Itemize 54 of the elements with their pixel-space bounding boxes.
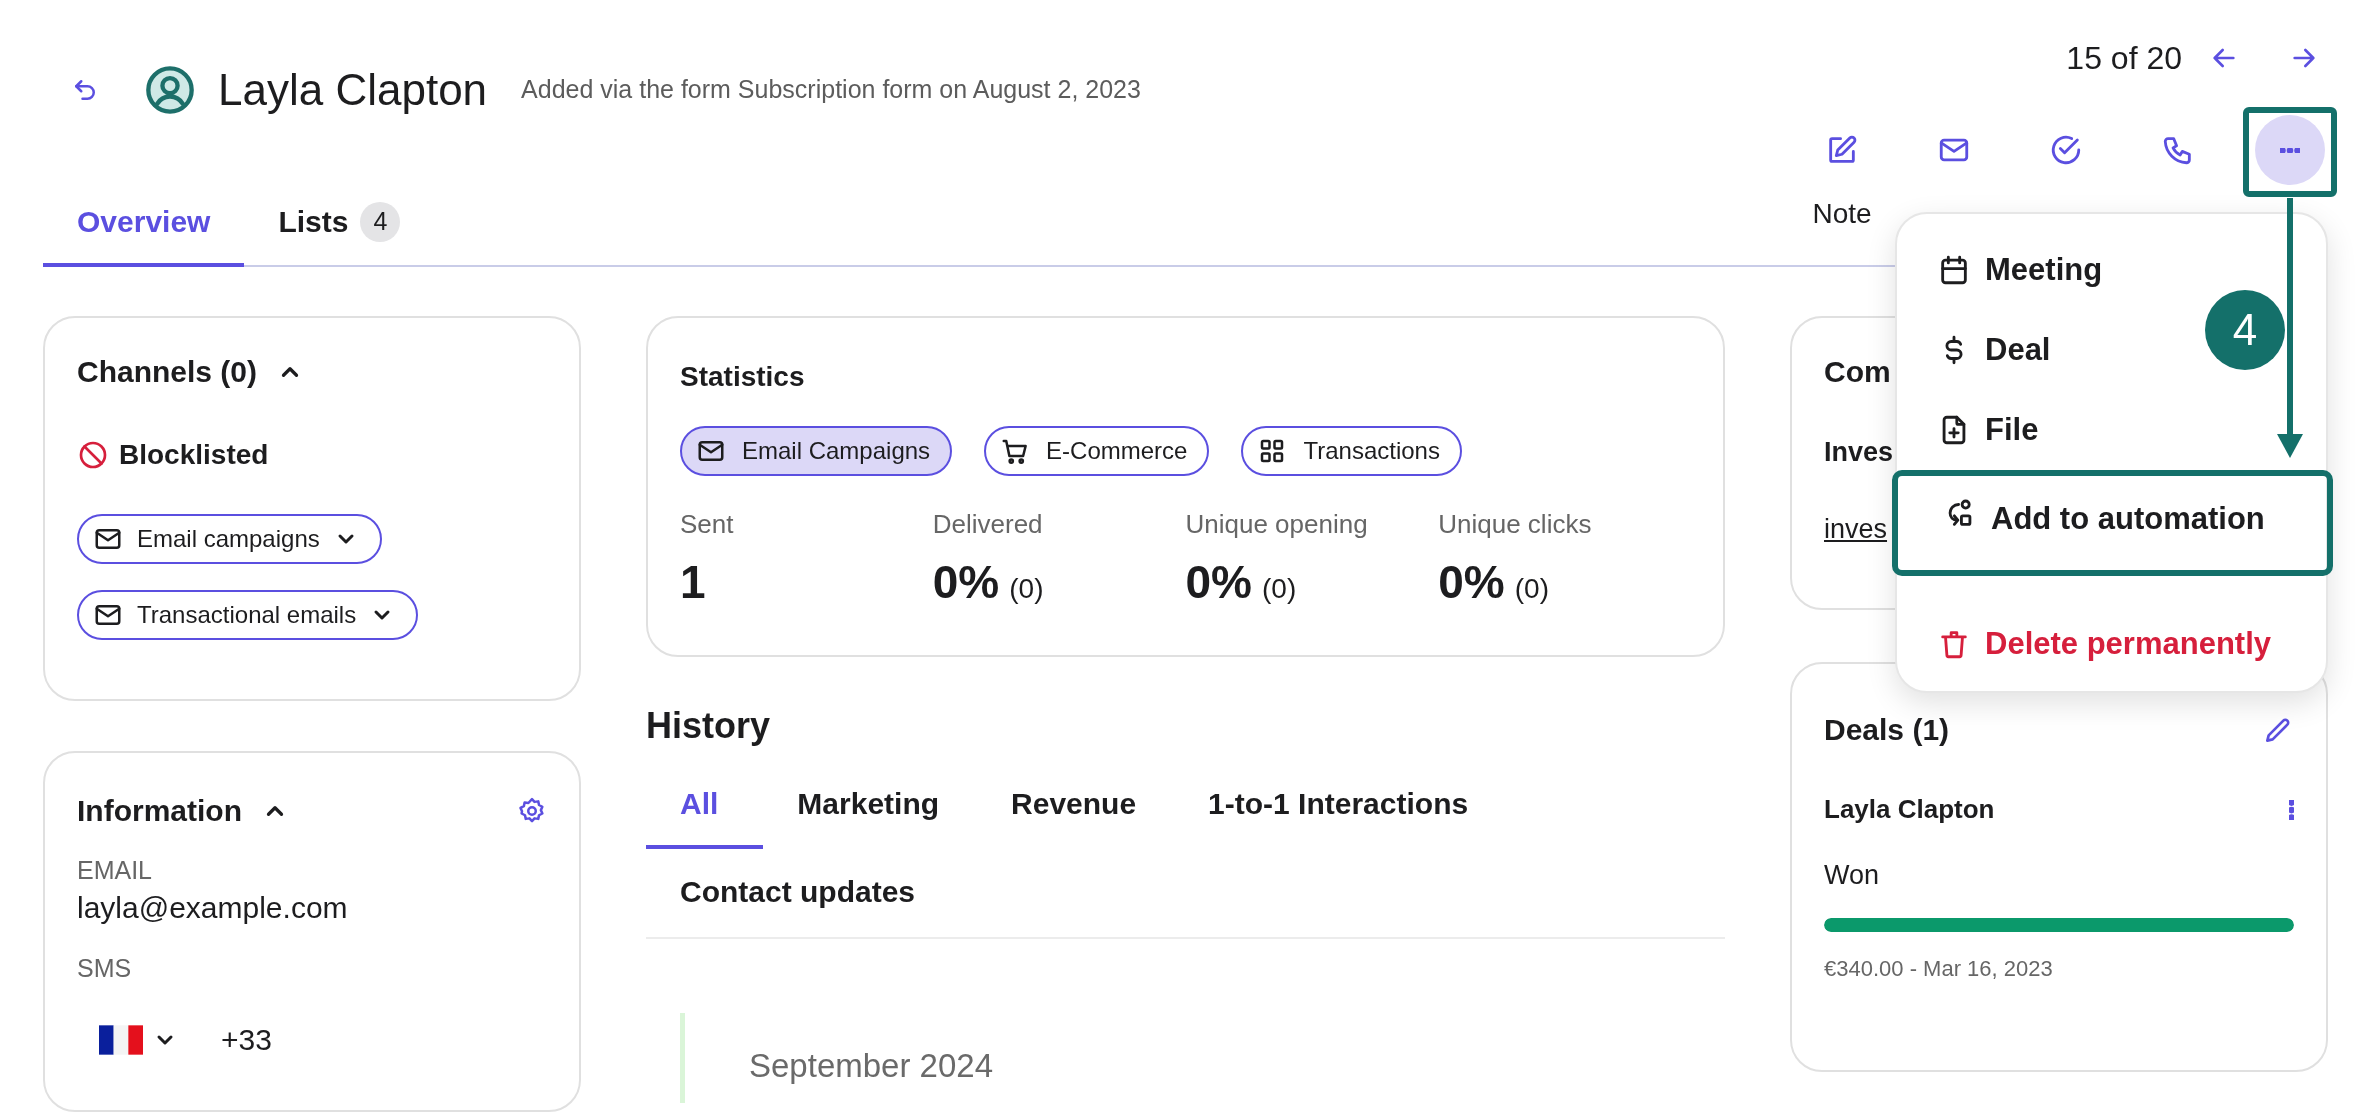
blocked-icon: [77, 439, 109, 471]
avatar-icon: [144, 64, 196, 116]
metric-label: Unique opening: [1185, 508, 1369, 541]
count-badge: 4: [360, 201, 401, 242]
tab[interactable]: Overview: [43, 180, 245, 267]
card-title: Channels (0): [77, 354, 258, 390]
month-heading: September 2024: [749, 1047, 993, 1084]
tab[interactable]: Lists 4: [244, 180, 435, 267]
tab[interactable]: Marketing: [763, 761, 978, 849]
company-link[interactable]: inves: [1824, 508, 1888, 549]
status-text: Blocklisted: [119, 438, 269, 472]
filter-chip[interactable]: Email Campaigns: [680, 426, 953, 476]
menu-item[interactable]: Delete permanently: [1897, 604, 2326, 684]
metric-value: 0%: [1185, 555, 1252, 610]
metric-value: 1: [680, 555, 706, 610]
kebab-menu-icon[interactable]: [2289, 799, 2294, 820]
deal-stage: Won: [1824, 859, 1881, 892]
card-title: Deals (1): [1824, 712, 1950, 748]
field-label: SMS: [77, 953, 133, 984]
field-label: EMAIL: [77, 855, 154, 886]
metric-label: Unique clicks: [1438, 508, 1593, 541]
filter-chip[interactable]: E-Commerce: [984, 426, 1210, 476]
subscription-dropdown[interactable]: Transactional emails: [77, 590, 419, 640]
card-title: Statistics: [680, 360, 806, 394]
action-label: Note: [1812, 197, 1872, 231]
phone-value: +33: [221, 1022, 272, 1058]
metric-count: (0): [1009, 572, 1044, 606]
metric-count: (0): [1262, 572, 1297, 606]
menu-item[interactable]: Add to automation: [1892, 470, 2333, 576]
tab[interactable]: Contact updates: [646, 849, 954, 937]
menu-item[interactable]: File: [1897, 390, 2326, 470]
card-title: Com: [1824, 354, 1892, 390]
tab[interactable]: All: [646, 761, 764, 849]
contact-source-text: Added via the form Subscription form on August 2, 2023: [521, 74, 1141, 106]
subscription-dropdown[interactable]: Email campaigns: [77, 514, 382, 564]
check-circle-icon: [2049, 133, 2083, 167]
metric-value: 0%: [932, 555, 1000, 610]
metric-label: Sent: [680, 508, 735, 541]
metric-label: Delivered: [932, 508, 1044, 541]
filter-chip[interactable]: Transactions: [1241, 426, 1462, 476]
tab[interactable]: Revenue: [977, 761, 1175, 849]
contact-name: Layla Clapton: [218, 68, 488, 112]
metric-value: 0%: [1438, 555, 1505, 610]
more-icon: [2280, 147, 2300, 153]
section-title: History: [646, 704, 772, 748]
metric-count: (0): [1514, 572, 1549, 606]
field-value: layla@example.com: [77, 890, 349, 926]
company-name: Inves: [1824, 436, 1895, 469]
tab[interactable]: 1-to-1 Interactions: [1174, 761, 1507, 849]
deal-name: Layla Clapton: [1824, 793, 1995, 826]
flag-icon[interactable]: [99, 1024, 143, 1056]
card-title: Information: [77, 793, 242, 829]
deal-details: €340.00 - Mar 16, 2023: [1824, 954, 2054, 983]
record-position: 15 of 20: [2066, 39, 2182, 78]
